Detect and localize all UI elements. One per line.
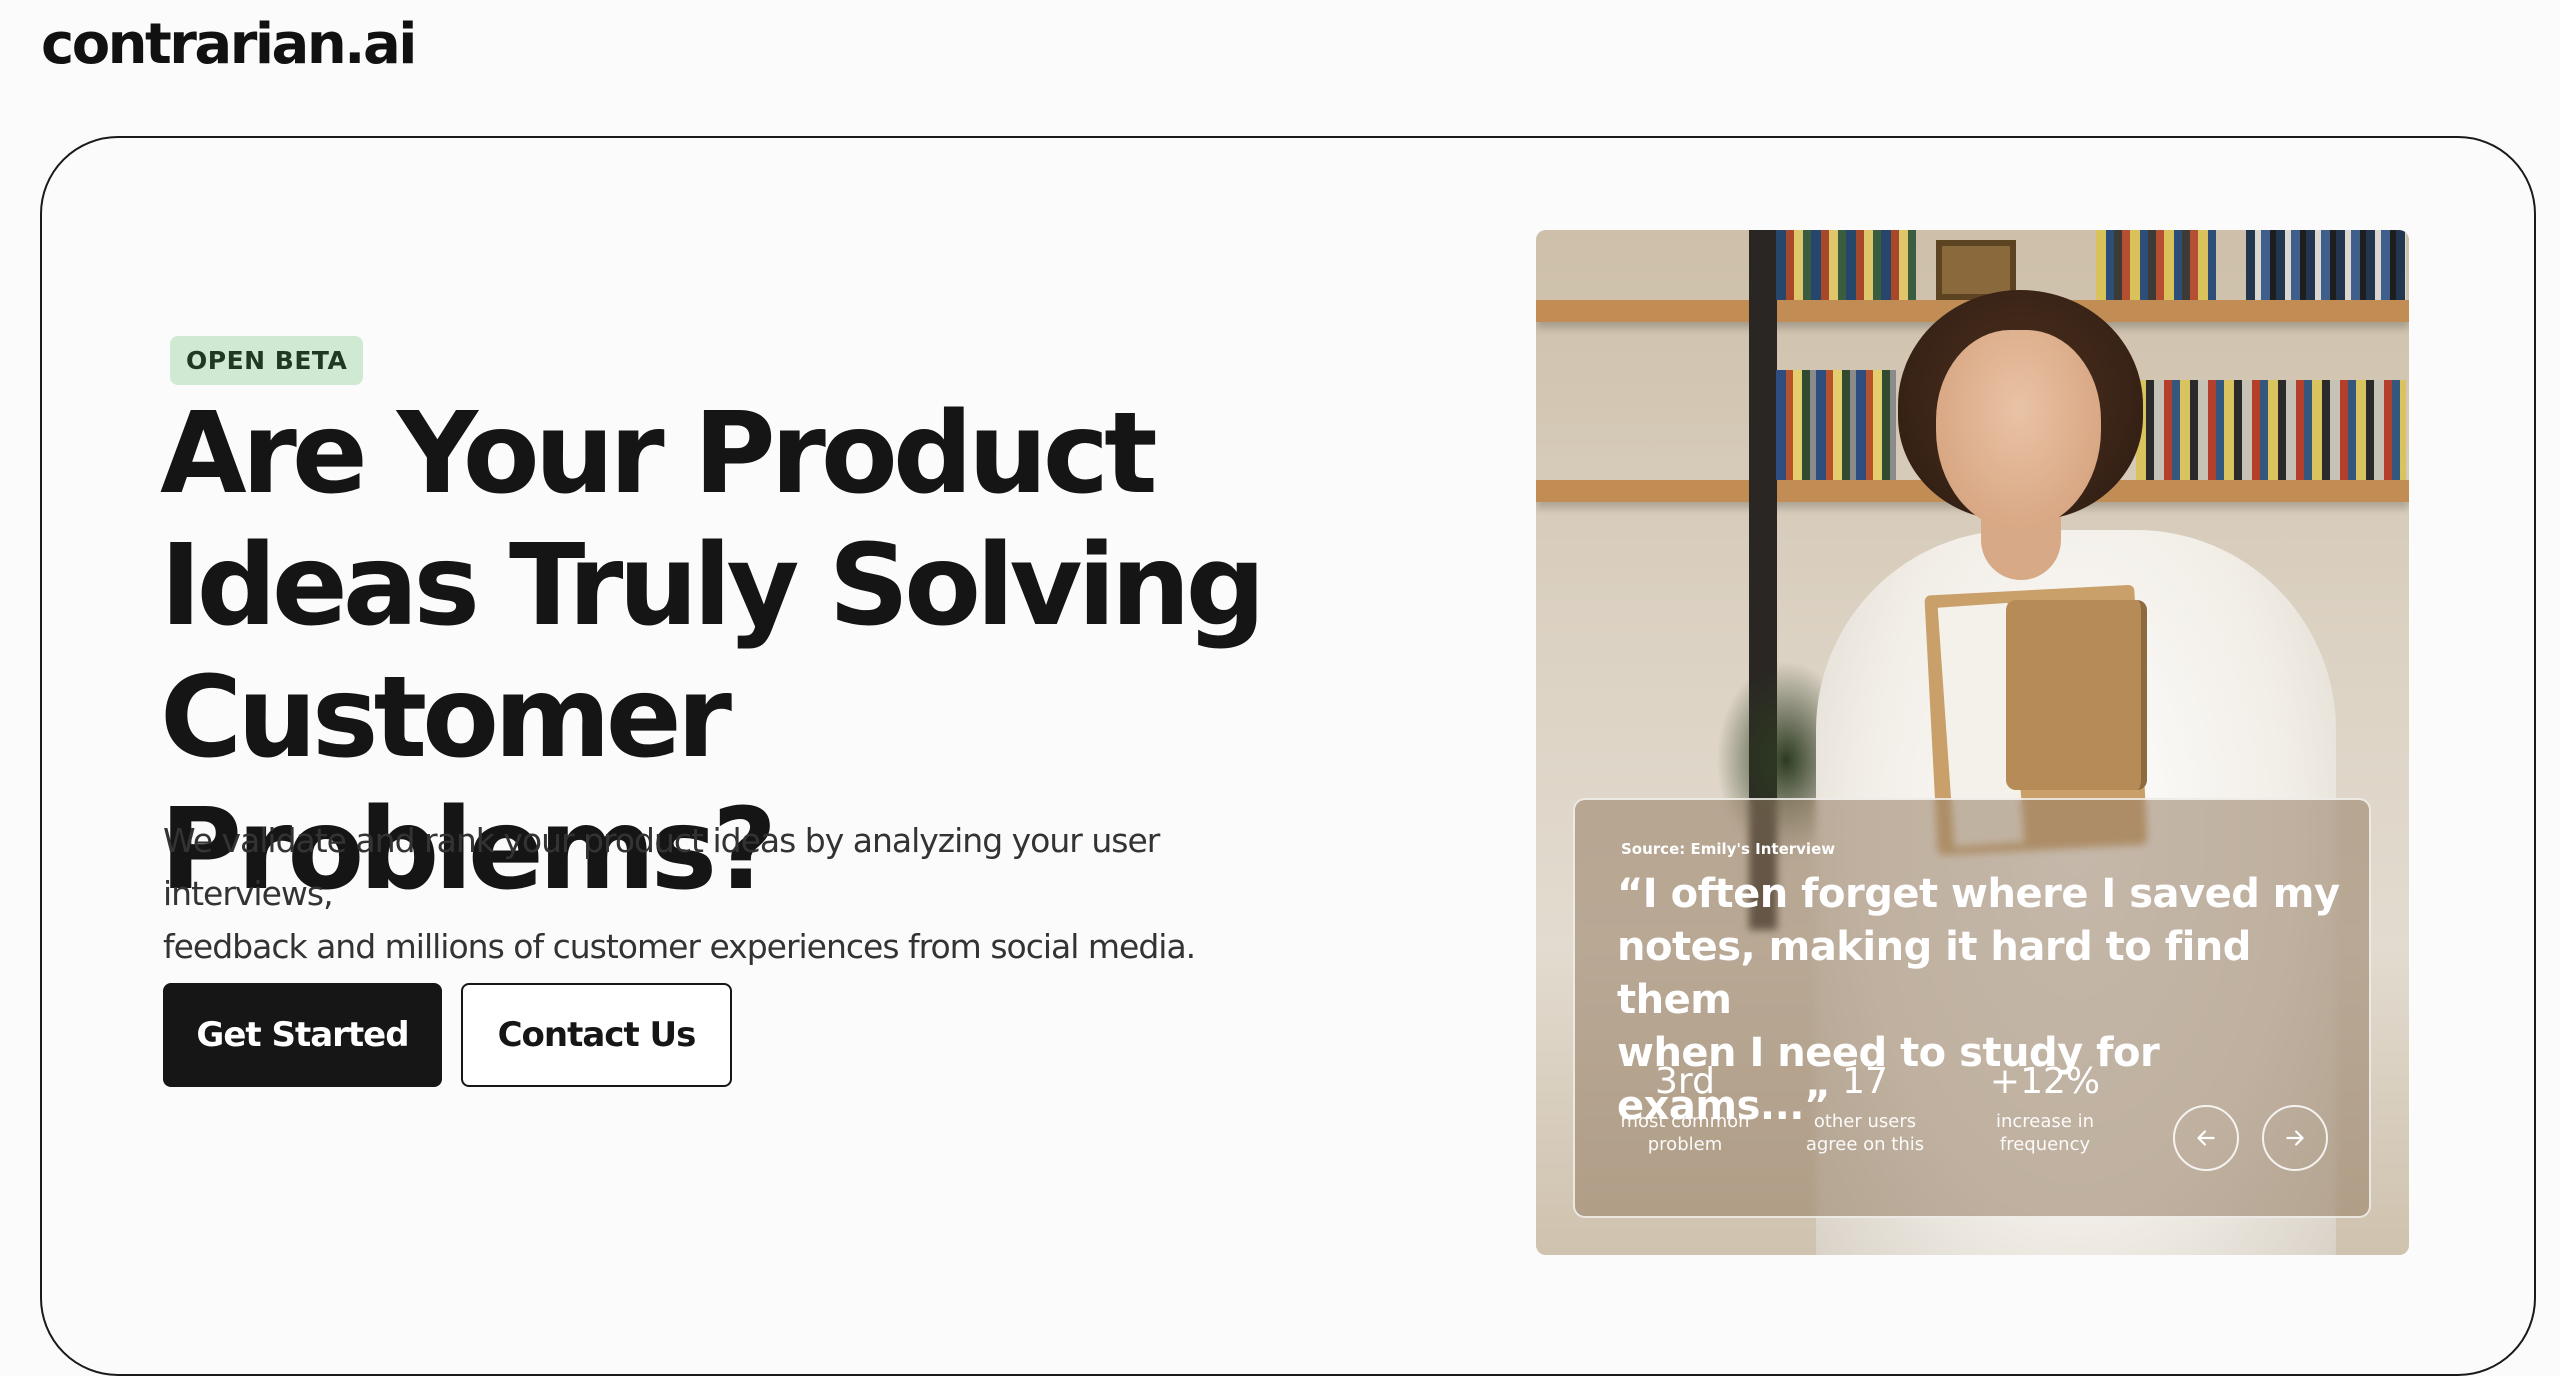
stat-label-line: frequency	[1999, 1134, 2091, 1155]
stat-label-line: most common	[1620, 1111, 1750, 1132]
testimonial-card: Source: Emily's Interview “I often forge…	[1573, 798, 2371, 1218]
stat-label: most common problem	[1595, 1110, 1775, 1156]
prev-testimonial-button[interactable]	[2173, 1105, 2239, 1171]
stat-label-line: problem	[1647, 1134, 1723, 1155]
subtitle-line: feedback and millions of customer experi…	[163, 927, 1196, 966]
contact-us-button[interactable]: Contact Us	[461, 983, 732, 1087]
stat-label-line: increase in	[1996, 1111, 2094, 1132]
brand-logo[interactable]: contrarian.ai	[41, 12, 417, 77]
arrow-left-icon	[2197, 1130, 2215, 1146]
next-testimonial-button[interactable]	[2262, 1105, 2328, 1171]
hero-subtitle: We validate and rank your product ideas …	[163, 814, 1263, 973]
quote-source: Source: Emily's Interview	[1621, 840, 1836, 858]
headline-line: Are Your Product	[160, 389, 1158, 519]
stat-label-line: other users	[1813, 1111, 1917, 1132]
subtitle-line: We validate and rank your product ideas …	[163, 821, 1160, 913]
stat-users: 17 other users agree on this	[1775, 1060, 1955, 1156]
stat-value: 17	[1842, 1061, 1888, 1102]
quote-line: “I often forget where I saved my	[1617, 871, 2340, 917]
arrow-right-icon	[2286, 1130, 2304, 1146]
headline-line: Ideas Truly Solving	[160, 521, 1266, 651]
stat-label: increase in frequency	[1955, 1110, 2135, 1156]
stat-label: other users agree on this	[1775, 1110, 1955, 1156]
stat-frequency: +12% increase in frequency	[1955, 1060, 2135, 1156]
stat-value: 3rd	[1655, 1061, 1715, 1102]
stat-label-line: agree on this	[1805, 1134, 1925, 1155]
stat-rank: 3rd most common problem	[1595, 1060, 1775, 1156]
quote-line: notes, making it hard to find them	[1617, 924, 2251, 1023]
stat-value: +12%	[1989, 1061, 2101, 1102]
get-started-button[interactable]: Get Started	[163, 983, 442, 1087]
open-beta-badge: OPEN BETA	[170, 336, 364, 385]
